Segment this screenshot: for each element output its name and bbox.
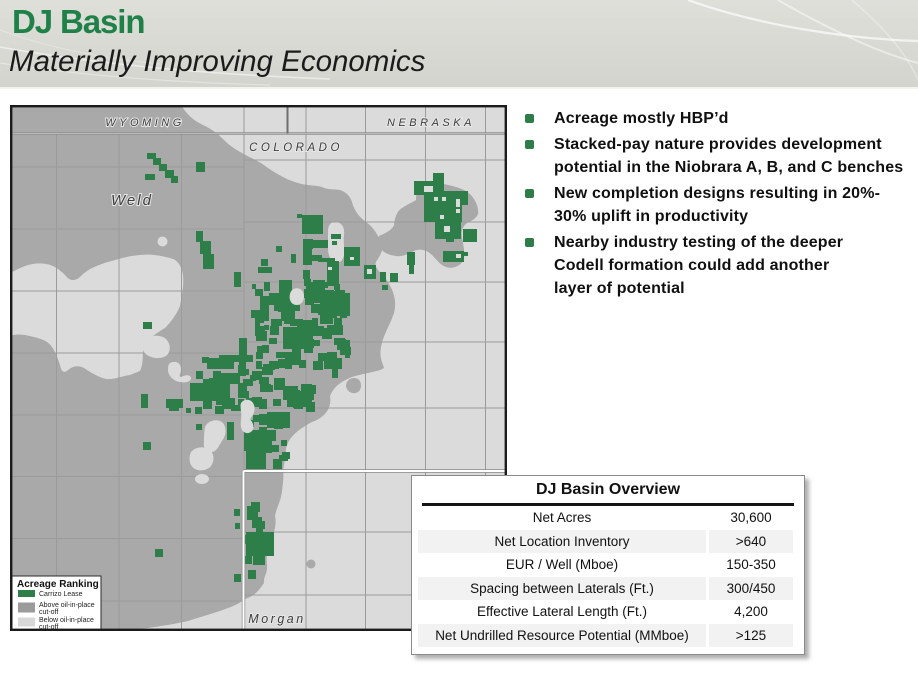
svg-text:Weld: Weld bbox=[111, 192, 153, 209]
svg-text:Below oil-in-place: Below oil-in-place bbox=[39, 617, 94, 624]
svg-text:Above oil-in-place: Above oil-in-place bbox=[39, 602, 95, 609]
svg-text:NEBRASKA: NEBRASKA bbox=[387, 117, 475, 129]
svg-text:Carrizo Lease: Carrizo Lease bbox=[39, 591, 83, 598]
svg-text:cut-off: cut-off bbox=[39, 609, 58, 616]
svg-text:WYOMING: WYOMING bbox=[105, 117, 185, 129]
svg-text:Morgan: Morgan bbox=[248, 612, 305, 626]
svg-text:Acreage Ranking: Acreage Ranking bbox=[17, 579, 99, 590]
svg-text:COLORADO: COLORADO bbox=[249, 142, 343, 154]
